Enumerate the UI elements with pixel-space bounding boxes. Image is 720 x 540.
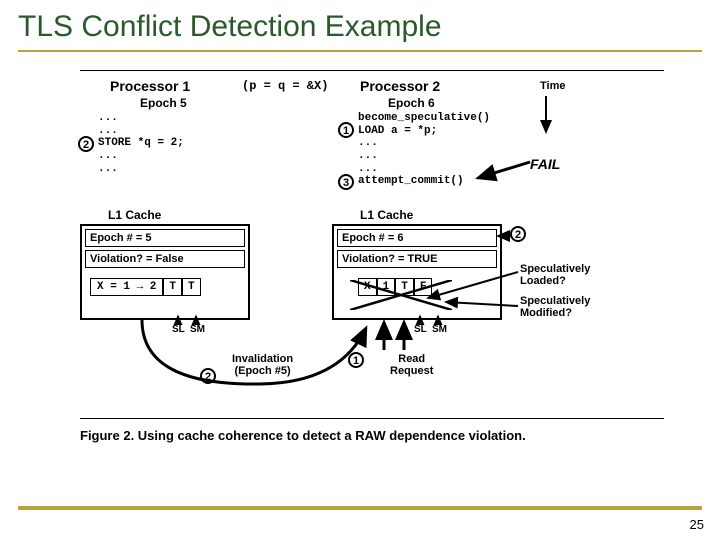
spec-modified-label: Speculatively Modified? [520, 296, 590, 319]
marker-3-commit: 3 [338, 174, 354, 190]
figure-caption: Figure 2. Using cache coherence to detec… [80, 428, 664, 443]
fig-top-rule [80, 70, 664, 71]
marker-2-inval: 2 [200, 368, 216, 384]
page-number: 25 [690, 517, 704, 532]
cache1-violation: Violation? = False [85, 250, 245, 268]
read-request-label: Read Request [390, 354, 433, 377]
spec-loaded-label: Speculatively Loaded? [520, 264, 590, 287]
proc1-epoch: Epoch 5 [140, 96, 187, 110]
footer-rule [18, 506, 702, 510]
cache2-epoch: Epoch # = 6 [337, 229, 497, 247]
cache1-entry-sl: T [163, 278, 182, 296]
proc2-epoch: Epoch 6 [388, 96, 435, 110]
proc1-header: Processor 1 [110, 78, 190, 94]
cache2-title: L1 Cache [360, 208, 413, 222]
cache1-title: L1 Cache [108, 208, 161, 222]
cache2-sl-label: SL [414, 324, 427, 335]
time-label: Time [540, 80, 565, 92]
cache1-sl-label: SL [172, 324, 185, 335]
cache1-entry: X = 1 → 2 T T [90, 278, 236, 296]
title-rule [18, 50, 702, 52]
slide-title: TLS Conflict Detection Example [0, 0, 720, 50]
fig-bottom-rule [80, 418, 664, 419]
proc1-code: ... ... STORE *q = 2; ... ... [98, 112, 184, 175]
marker-2-epoch: 2 [510, 226, 526, 242]
proc2-header: Processor 2 [360, 78, 440, 94]
cache1-box: Epoch # = 5 Violation? = False X = 1 → 2… [80, 224, 250, 320]
fail-label: FAIL [530, 156, 560, 172]
cache1-epoch: Epoch # = 5 [85, 229, 245, 247]
shared-expr: (p = q = &X) [242, 80, 328, 94]
invalidation-label: Invalidation (Epoch #5) [232, 354, 293, 377]
cache1-sm-label: SM [190, 324, 205, 335]
proc2-code: become_speculative() LOAD a = *p; ... ..… [358, 112, 490, 188]
cache2-violation: Violation? = TRUE [337, 250, 497, 268]
cache1-entry-x: X = 1 → 2 [90, 278, 163, 296]
marker-1-load: 1 [338, 122, 354, 138]
marker-1-read: 1 [348, 352, 364, 368]
marker-2-store: 2 [78, 136, 94, 152]
figure: Processor 1 (p = q = &X) Processor 2 Epo… [80, 70, 664, 450]
cache2-sm-label: SM [432, 324, 447, 335]
cache2-entry-cross-icon [350, 280, 452, 310]
cache1-entry-sm: T [182, 278, 201, 296]
